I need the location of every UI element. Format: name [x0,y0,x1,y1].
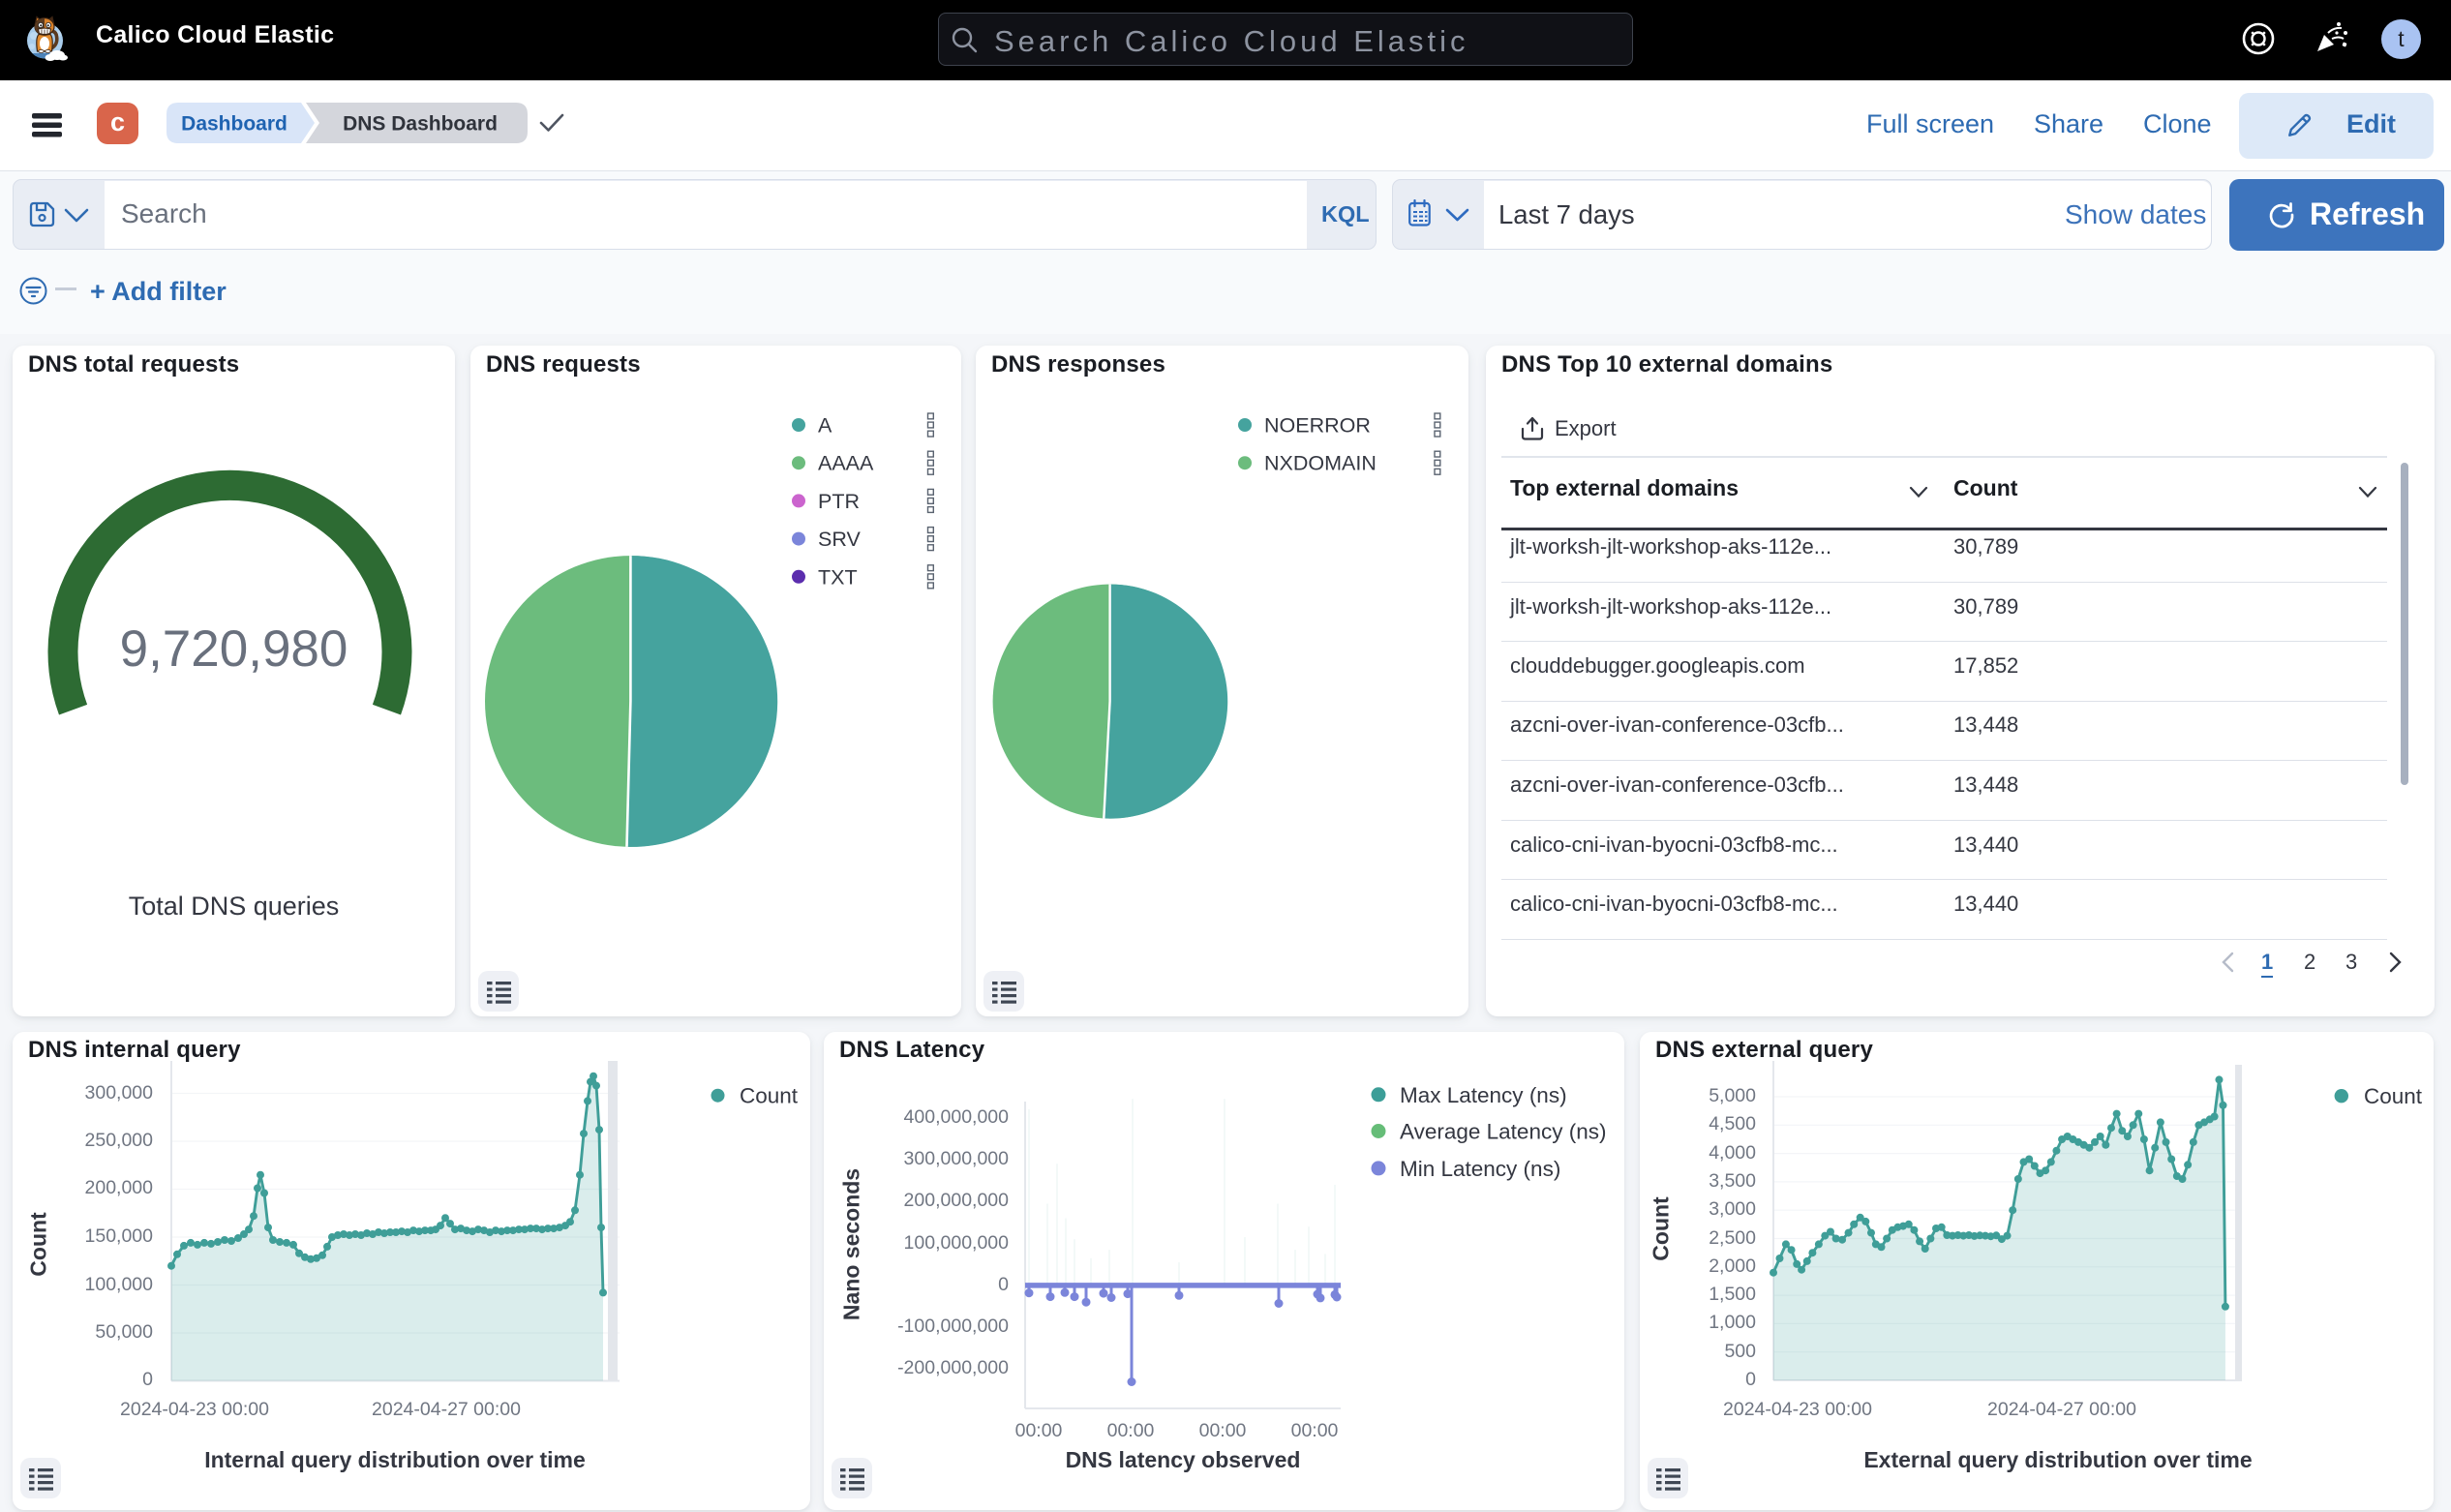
svg-text:AAAA: AAAA [818,452,874,475]
svg-text:NOERROR: NOERROR [1264,414,1371,438]
svg-text:Average Latency (ns): Average Latency (ns) [1400,1120,1606,1144]
svg-text:Dashboard: Dashboard [181,113,287,136]
svg-text:NXDOMAIN: NXDOMAIN [1264,452,1377,475]
svg-text:Max Latency (ns): Max Latency (ns) [1400,1083,1567,1107]
svg-text:Min Latency (ns): Min Latency (ns) [1400,1157,1560,1181]
svg-text:Count: Count [740,1084,799,1108]
svg-text:DNS Dashboard: DNS Dashboard [343,113,498,136]
svg-text:PTR: PTR [818,490,860,513]
svg-text:SRV: SRV [818,528,861,551]
svg-text:TXT: TXT [818,565,858,589]
svg-text:Count: Count [2364,1084,2423,1108]
svg-text:A: A [818,414,832,438]
